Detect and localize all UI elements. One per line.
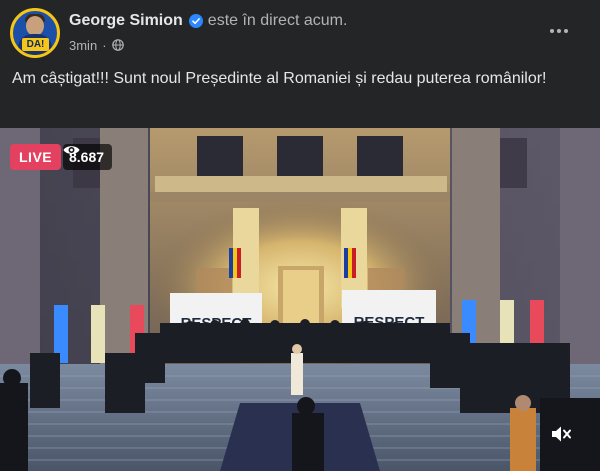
post-timestamp[interactable]: 3min [69, 38, 97, 53]
volume-muted-icon[interactable] [550, 424, 580, 450]
eye-icon [63, 146, 80, 154]
post-caption: Am câștigat!!! Sunt noul Președinte al R… [12, 70, 547, 87]
live-badge: LIVE [10, 144, 62, 170]
post-header: George Simion este în direct acum. [69, 11, 347, 31]
live-video-player[interactable]: RESPECT RESPECT [0, 128, 600, 471]
viewer-count-badge: 8.687 [63, 144, 113, 170]
avatar-face [26, 16, 44, 36]
video-frame: RESPECT RESPECT [0, 128, 600, 471]
author-avatar[interactable]: DA! [10, 8, 60, 58]
verified-badge-icon [188, 14, 203, 28]
author-name[interactable]: George Simion [69, 12, 183, 30]
live-status-text: este în direct acum. [207, 12, 348, 29]
meta-separator: · [102, 37, 107, 53]
post-meta: 3min · [69, 37, 124, 53]
more-options-icon[interactable] [544, 16, 574, 46]
live-post-card: DA! George Simion este în direct acum. 3… [0, 0, 600, 471]
avatar-badge-text: DA! [22, 38, 49, 51]
globe-icon[interactable] [111, 39, 124, 51]
